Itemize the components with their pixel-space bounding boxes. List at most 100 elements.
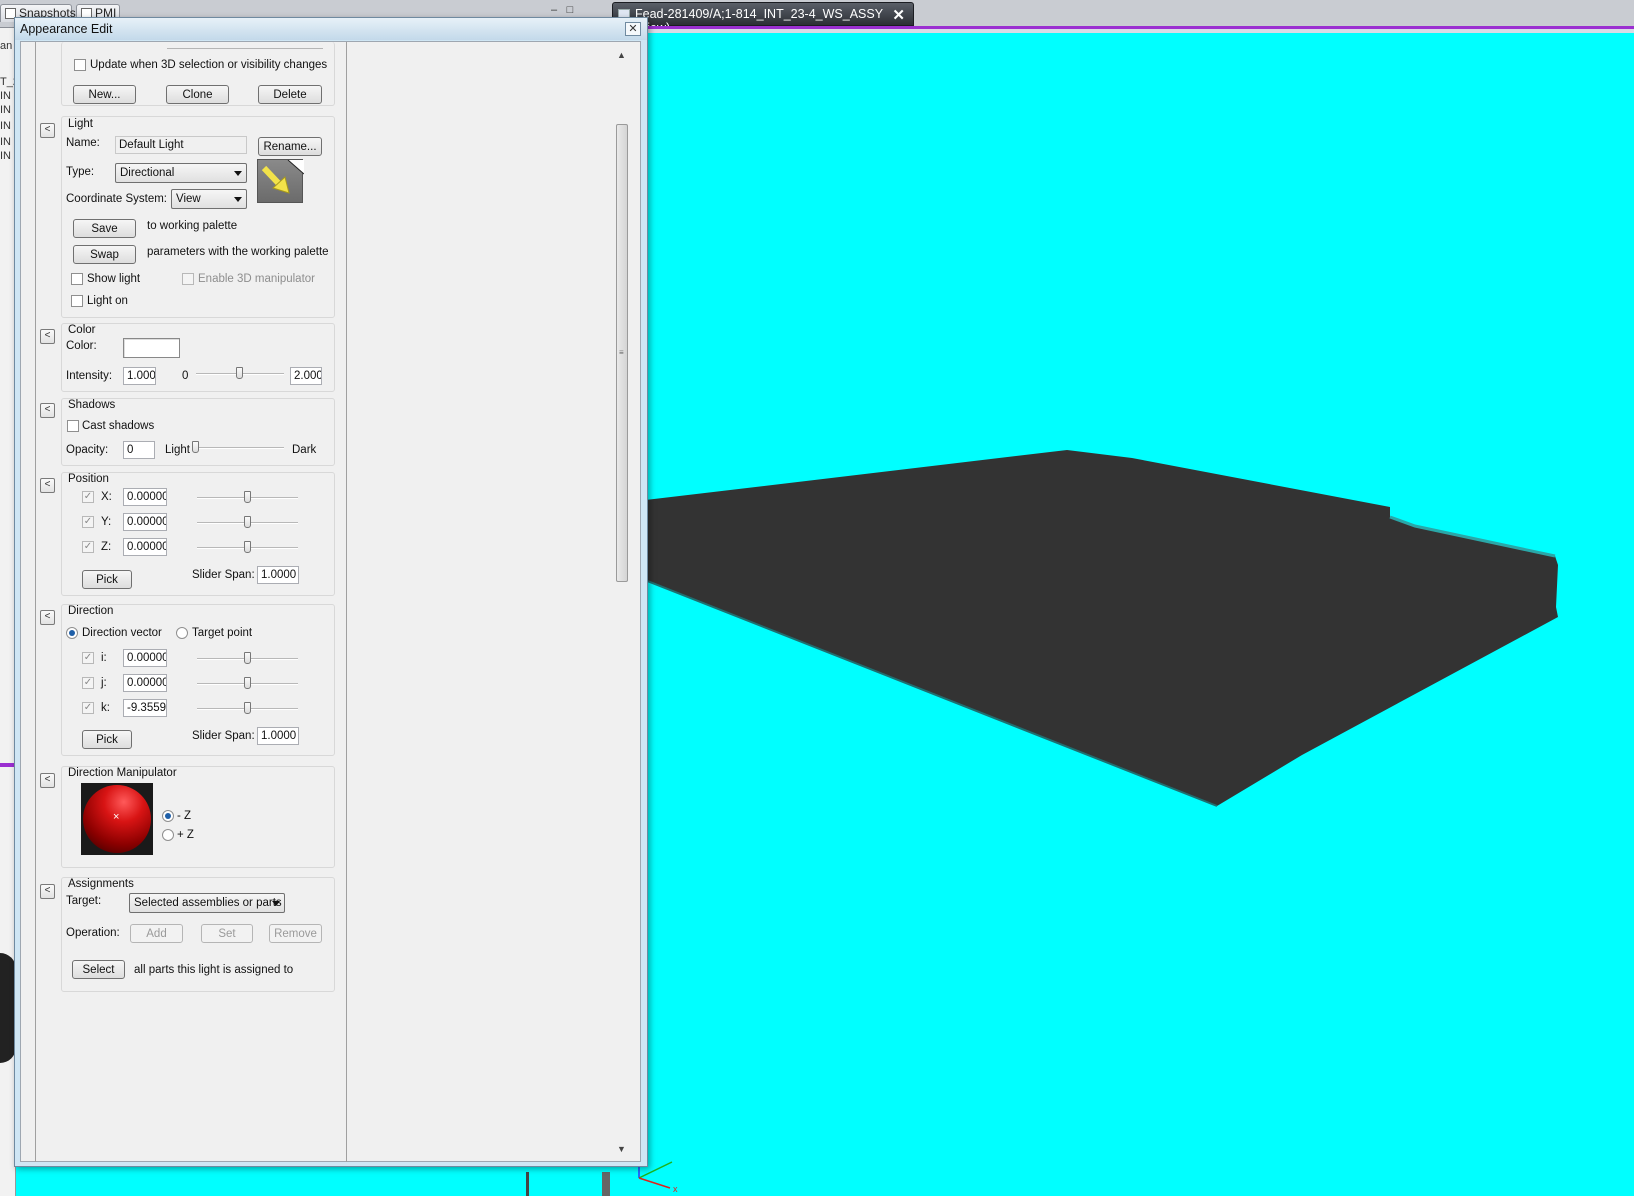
dialog-body: ▲ ≡ ▼ Update when 3D selection or visibi… [20,41,641,1162]
light-type-value: Directional [120,167,175,179]
plus-z-radio[interactable] [162,829,174,841]
collapse-shadows-button[interactable]: < [40,403,55,418]
collapse-direction-button[interactable]: < [40,610,55,625]
direction-j-field[interactable]: 0.00000 [123,674,167,692]
position-z-field[interactable]: 0.000000 [123,538,167,556]
opacity-light-label: Light [165,444,190,456]
scroll-down-icon[interactable]: ▼ [617,1144,626,1154]
collapse-assignments-button[interactable]: < [40,884,55,899]
scroll-up-icon[interactable]: ▲ [617,50,626,60]
opacity-slider-thumb[interactable] [192,441,199,453]
chevron-down-icon [234,197,242,202]
assignment-target-value: Selected assemblies or parts [134,897,282,909]
direction-j-label: j: [101,677,107,689]
window-edge-mark [602,1172,610,1196]
tab-document-view[interactable]: Fead-281409/A;1-814_INT_23-4_WS_ASSY (Vi… [612,2,914,35]
position-y-field[interactable]: 0.00000 [123,513,167,531]
direction-i-lock-checkbox[interactable]: ✓ [82,652,94,664]
direction-k-lock-checkbox[interactable]: ✓ [82,702,94,714]
light-name-field[interactable]: Default Light [115,136,247,154]
direction-j-slider-thumb[interactable] [244,677,251,689]
opacity-slider-track[interactable] [196,447,284,449]
direction-k-slider-thumb[interactable] [244,702,251,714]
position-span-field[interactable]: 1.0000 [257,566,299,584]
direction-i-slider-thumb[interactable] [244,652,251,664]
direction-i-field[interactable]: 0.00000 [123,649,167,667]
target-point-radio[interactable] [176,627,188,639]
shadows-heading: Shadows [68,399,116,411]
remove-assignment-button[interactable]: Remove [269,924,322,943]
coordinate-system-select[interactable]: View [171,189,247,209]
direction-pick-button[interactable]: Pick [82,730,132,749]
dialog-titlebar[interactable]: Appearance Edit ✕ [15,18,647,40]
position-x-slider-thumb[interactable] [244,491,251,503]
show-light-checkbox[interactable] [71,273,83,285]
3d-viewport[interactable]: z x [612,33,1634,1196]
light-on-checkbox[interactable] [71,295,83,307]
save-description: to working palette [147,220,238,232]
collapse-light-button[interactable]: < [40,123,55,138]
minimize-icon[interactable]: – [548,4,560,16]
light-type-select[interactable]: Directional [115,163,247,183]
collapse-manipulator-button[interactable]: < [40,773,55,788]
position-y-slider-thumb[interactable] [244,516,251,528]
rename-button[interactable]: Rename... [258,137,322,156]
position-z-slider-thumb[interactable] [244,541,251,553]
intensity-slider-thumb[interactable] [236,367,243,379]
cast-shadows-checkbox[interactable] [67,420,79,432]
direction-j-lock-checkbox[interactable]: ✓ [82,677,94,689]
position-y-lock-checkbox[interactable]: ✓ [82,516,94,528]
close-icon[interactable]: ✕ [892,6,905,24]
add-assignment-button[interactable]: Add [130,924,183,943]
directional-light-icon [257,159,305,203]
set-assignment-button[interactable]: Set [201,924,253,943]
select-assigned-parts-description: all parts this light is assigned to [134,964,294,976]
coordinate-system-label: Coordinate System: [66,193,167,205]
minus-z-label: - Z [177,810,192,822]
light-heading: Light [68,118,93,130]
enable-3d-manipulator-checkbox[interactable] [182,273,194,285]
cast-shadows-label: Cast shadows [82,420,155,432]
direction-marker-icon: × [113,811,120,823]
position-x-lock-checkbox[interactable]: ✓ [82,491,94,503]
collapse-position-button[interactable]: < [40,478,55,493]
position-z-lock-checkbox[interactable]: ✓ [82,541,94,553]
position-pick-button[interactable]: Pick [82,570,132,589]
maximize-icon[interactable]: □ [564,4,576,16]
position-y-label: Y: [101,516,112,528]
assignment-target-select[interactable]: Selected assemblies or parts [129,893,285,913]
target-point-label: Target point [192,627,253,639]
collapse-color-button[interactable]: < [40,329,55,344]
swap-button[interactable]: Swap [73,245,136,264]
vertical-scrollbar[interactable]: ▲ ≡ ▼ [613,48,631,1158]
minus-z-radio[interactable] [162,810,174,822]
palette-group [61,42,335,106]
chevron-down-icon [272,901,280,906]
color-swatch[interactable] [123,338,180,358]
direction-k-field[interactable]: -9.35590 [123,699,167,717]
color-label: Color: [66,340,97,352]
direction-k-label: k: [101,702,110,714]
direction-heading: Direction [68,605,114,617]
intensity-min-label: 0 [182,370,189,382]
scrollbar-thumb[interactable]: ≡ [616,124,628,582]
position-x-field[interactable]: 0.00000 [123,488,167,506]
direction-vector-radio[interactable] [66,627,78,639]
direction-span-label: Slider Span: [192,730,255,742]
name-label: Name: [66,137,100,149]
close-icon[interactable]: ✕ [625,22,641,36]
opacity-field[interactable]: 0 [123,441,155,459]
direction-manipulator-heading: Direction Manipulator [68,767,177,779]
save-light-button[interactable]: Save [73,219,136,238]
appearance-edit-dialog: Appearance Edit ✕ ▲ ≡ ▼ Update when 3D s… [14,17,648,1167]
position-heading: Position [68,473,109,485]
light-on-label: Light on [87,295,128,307]
select-assigned-parts-button[interactable]: Select [72,960,125,979]
direction-span-field[interactable]: 1.0000 [257,727,299,745]
intensity-max-field[interactable]: 2.000 [290,367,322,385]
intensity-field[interactable]: 1.000 [123,367,156,385]
window-edge-mark [526,1172,529,1196]
coordinate-system-value: View [176,193,201,205]
direction-manipulator-sphere[interactable]: × [81,783,153,855]
color-heading: Color [68,324,96,336]
